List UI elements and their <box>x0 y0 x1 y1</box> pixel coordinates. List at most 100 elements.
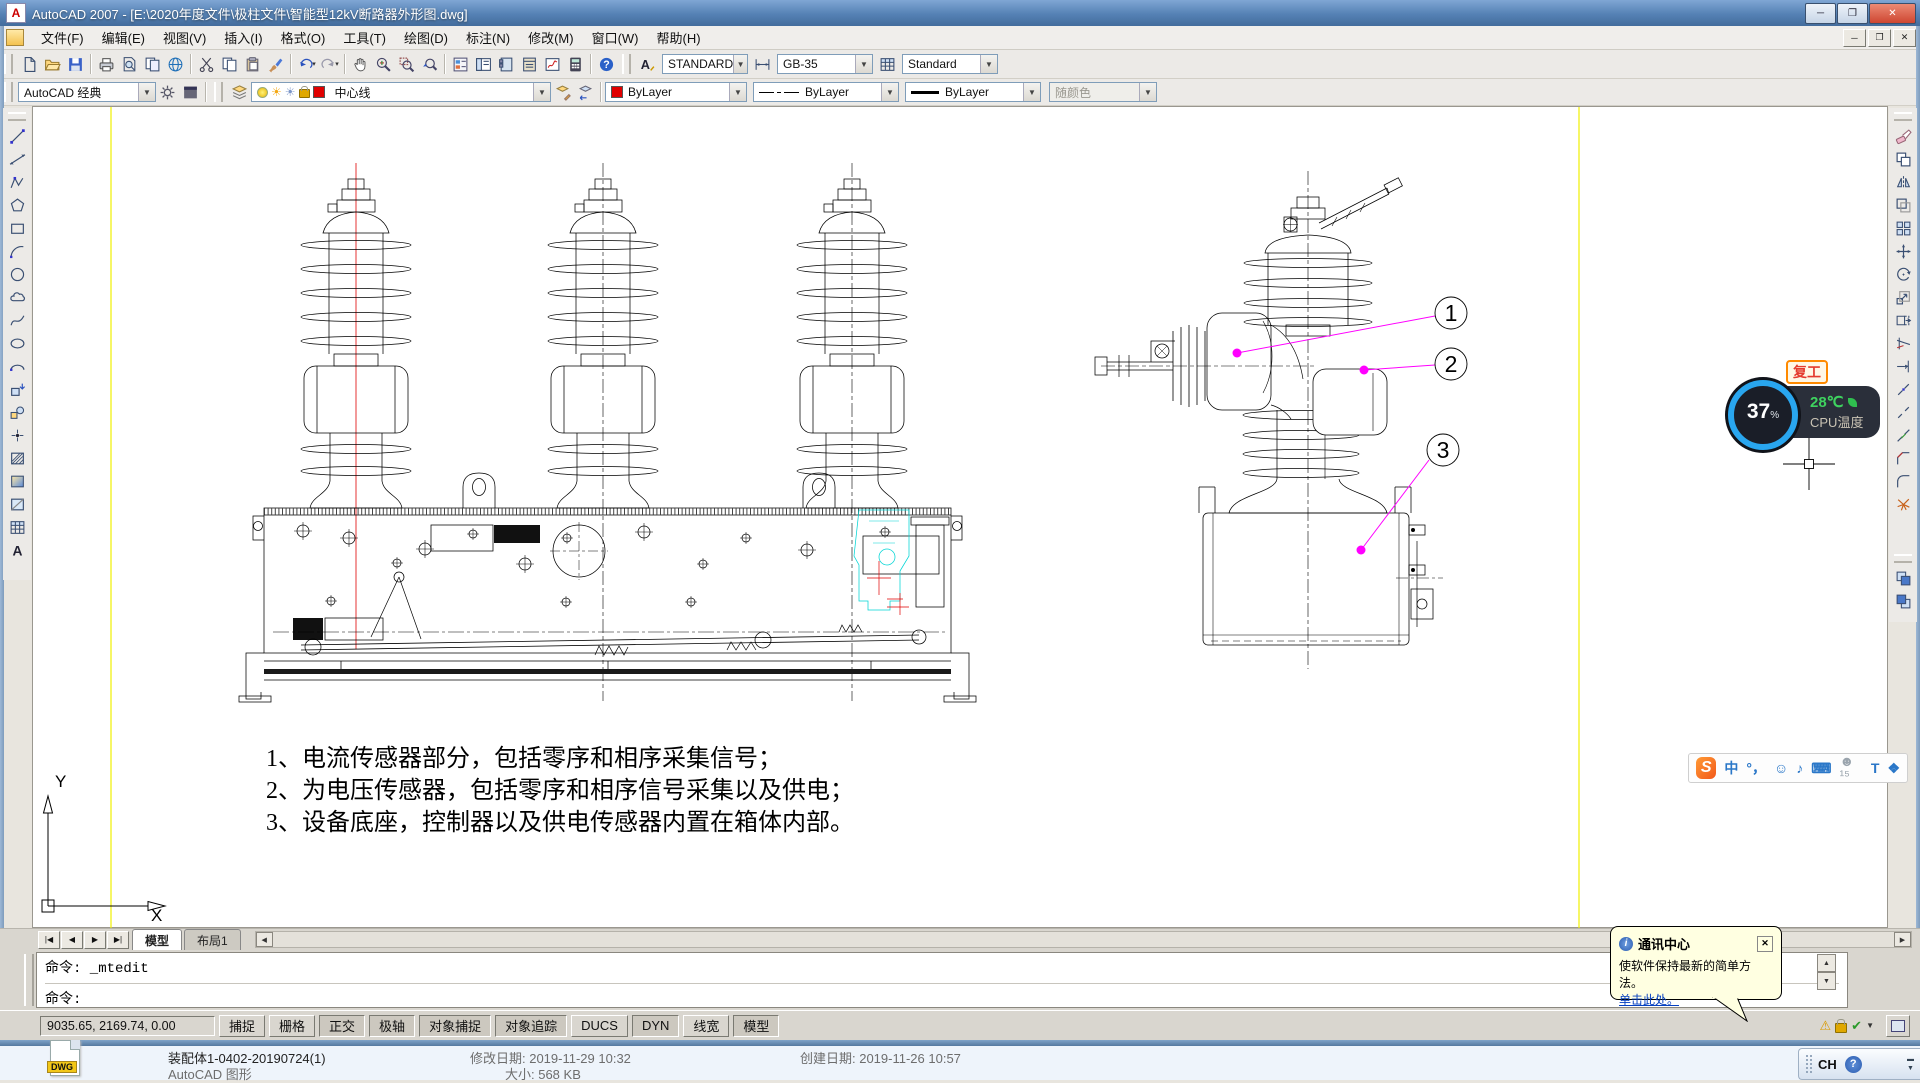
dimstyle-icon[interactable] <box>751 53 774 76</box>
save-icon[interactable] <box>64 53 87 76</box>
mdi-close-button[interactable]: ✕ <box>1893 29 1916 47</box>
maximize-button[interactable]: ❐ <box>1837 3 1868 24</box>
langbar-help-icon[interactable]: ? <box>1845 1056 1862 1073</box>
chevron-down-icon[interactable]: ▼ <box>733 55 747 73</box>
sun-viewport-icon[interactable]: ☀ <box>285 86 296 98</box>
gradient-icon[interactable] <box>5 470 29 493</box>
communication-center-icon[interactable]: ⚠ <box>1820 1019 1832 1032</box>
menu-help[interactable]: 帮助(H) <box>648 25 710 50</box>
input-mode-chinese[interactable]: 中 <box>1724 761 1738 775</box>
undo-icon[interactable]: ▾ <box>295 53 318 76</box>
pan-icon[interactable] <box>349 53 372 76</box>
fillet-icon[interactable] <box>1891 470 1915 493</box>
match-icon[interactable] <box>264 53 287 76</box>
circle-icon[interactable] <box>5 263 29 286</box>
menu-tools[interactable]: 工具(T) <box>334 25 395 50</box>
chevron-down-icon[interactable]: ▼ <box>881 83 898 101</box>
stretch-icon[interactable] <box>1891 309 1915 332</box>
toggle-osnap[interactable]: 对象捕捉 <box>419 1015 491 1037</box>
scale-icon[interactable] <box>1891 286 1915 309</box>
help-icon[interactable] <box>595 53 618 76</box>
language-indicator[interactable]: CH <box>1818 1057 1837 1072</box>
toolbar-grip[interactable] <box>214 82 223 102</box>
mtext-icon[interactable] <box>5 539 29 562</box>
sogou-logo-icon[interactable]: S <box>1696 757 1716 779</box>
chevron-down-icon[interactable]: ▼ <box>138 83 155 101</box>
tab-layout1[interactable]: 布局1 <box>184 929 241 951</box>
line-icon[interactable] <box>5 125 29 148</box>
menu-draw[interactable]: 绘图(D) <box>395 25 457 50</box>
cloud-icon[interactable] <box>5 286 29 309</box>
scroll-up-icon[interactable]: ▲ <box>1817 954 1836 972</box>
insertb-icon[interactable] <box>5 378 29 401</box>
toggle-dyn[interactable]: DYN <box>632 1015 679 1037</box>
toggle-ortho[interactable]: 正交 <box>319 1015 365 1037</box>
menu-insert[interactable]: 插入(I) <box>215 25 271 50</box>
account-icon[interactable]: ☻¹⁵ <box>1840 754 1863 782</box>
bulb-icon[interactable] <box>257 87 268 98</box>
offset-icon[interactable] <box>1891 194 1915 217</box>
command-text-area[interactable]: 命令: _mtedit 命令: <box>36 952 1848 1008</box>
breakpt-icon[interactable] <box>1891 378 1915 401</box>
chamfer-icon[interactable] <box>1891 447 1915 470</box>
new-icon[interactable] <box>18 53 41 76</box>
layer-combo[interactable]: ☀ ☀ 中心线 ▼ <box>251 82 551 102</box>
notice-close-icon[interactable]: ✕ <box>1757 936 1773 952</box>
toolbar-grip[interactable] <box>622 54 631 74</box>
ellipse-icon[interactable] <box>5 332 29 355</box>
rectic-icon[interactable] <box>5 217 29 240</box>
layerprev-icon[interactable] <box>574 81 597 104</box>
region-icon[interactable] <box>5 493 29 516</box>
breakln-icon[interactable] <box>1891 401 1915 424</box>
cpu-usage-ring[interactable]: 37 % <box>1728 380 1798 450</box>
text-style-combo[interactable]: STANDARD ▼ <box>662 54 748 74</box>
tab-last-button[interactable]: ▶| <box>107 931 129 949</box>
workspace-combo[interactable]: AutoCAD 经典 ▼ <box>18 82 156 102</box>
hatch-icon[interactable] <box>5 447 29 470</box>
point-icon[interactable] <box>5 424 29 447</box>
mirror-icon[interactable] <box>1891 171 1915 194</box>
preview-icon[interactable] <box>118 53 141 76</box>
join-icon[interactable] <box>1891 424 1915 447</box>
tab-first-button[interactable]: |◀ <box>38 931 60 949</box>
toolbar-grip[interactable] <box>4 54 13 74</box>
sheetset-icon[interactable] <box>518 53 541 76</box>
scroll-right-icon[interactable]: ▶ <box>1894 932 1911 947</box>
copyobj-icon[interactable] <box>1891 148 1915 171</box>
chevron-down-icon[interactable]: ▼ <box>1023 83 1040 101</box>
zoomwin-icon[interactable] <box>395 53 418 76</box>
markup-icon[interactable] <box>541 53 564 76</box>
langbar-grip[interactable] <box>1805 1054 1813 1074</box>
explode-icon[interactable] <box>1891 493 1915 516</box>
pline-icon[interactable] <box>5 171 29 194</box>
astyle-icon[interactable] <box>636 53 659 76</box>
rotate-icon[interactable] <box>1891 263 1915 286</box>
toolbar-grip[interactable] <box>4 82 13 102</box>
microphone-icon[interactable]: ♪ <box>1796 761 1803 775</box>
lineweight-combo[interactable]: ByLayer ▼ <box>905 82 1041 102</box>
menu-modify[interactable]: 修改(M) <box>519 25 583 50</box>
scroll-left-icon[interactable]: ◀ <box>256 932 273 947</box>
lock-icon[interactable] <box>299 89 310 98</box>
validation-icon[interactable]: ✔ <box>1851 1019 1862 1032</box>
toolbar-grip[interactable] <box>1894 554 1912 563</box>
zoom-icon[interactable] <box>372 53 395 76</box>
toggle-grid[interactable]: 栅格 <box>269 1015 315 1037</box>
open-icon[interactable] <box>41 53 64 76</box>
toggle-model[interactable]: 模型 <box>733 1015 779 1037</box>
drawing-canvas[interactable]: 1 2 3 1、电流传感器部分，包括零序和相序采集信号； 2、为电压传感器，包括… <box>32 106 1888 928</box>
dim-style-combo[interactable]: GB-35 ▼ <box>777 54 873 74</box>
soft-keyboard-icon[interactable]: ⌨ <box>1811 761 1831 775</box>
table-style-combo[interactable]: Standard ▼ <box>902 54 998 74</box>
erase-icon[interactable] <box>1891 125 1915 148</box>
dwg-file-icon[interactable]: DWG <box>50 1040 80 1076</box>
notice-link[interactable]: 单击此处。 <box>1619 993 1679 1007</box>
minimize-button[interactable]: ─ <box>1805 3 1836 24</box>
chevron-down-icon[interactable]: ▼ <box>855 55 872 73</box>
skin-icon[interactable]: T <box>1871 761 1880 775</box>
emoji-icon[interactable]: ☺ <box>1774 761 1788 775</box>
move-icon[interactable] <box>1891 240 1915 263</box>
menu-view[interactable]: 视图(V) <box>154 25 215 50</box>
gear-icon[interactable] <box>156 81 179 104</box>
chevron-down-icon[interactable]: ▼ <box>980 55 997 73</box>
